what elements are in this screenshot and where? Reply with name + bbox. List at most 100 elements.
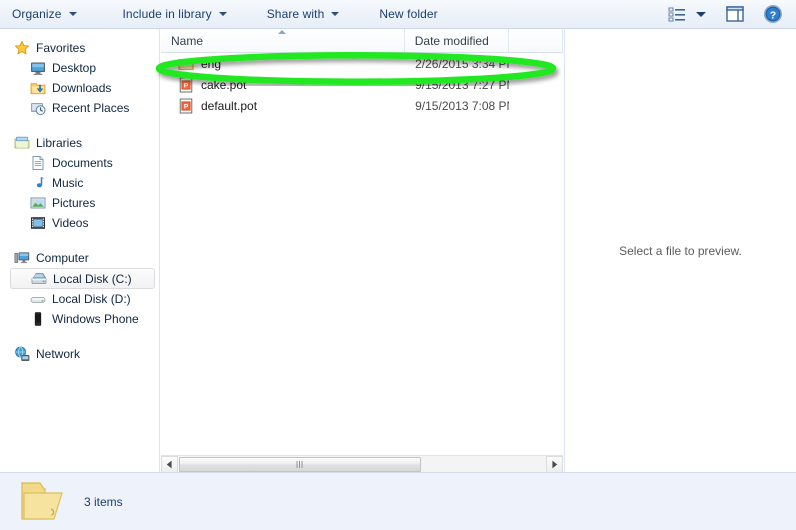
sort-ascending-icon bbox=[278, 29, 287, 34]
sidebar-label-recent-places: Recent Places bbox=[52, 101, 130, 115]
nav-separator bbox=[0, 235, 159, 248]
preview-message: Select a file to preview. bbox=[619, 243, 742, 258]
navigation-pane[interactable]: Favorites Desktop Downloads Recent Place… bbox=[0, 29, 160, 472]
recent-places-icon bbox=[31, 103, 46, 116]
documents-icon bbox=[32, 155, 44, 171]
powerpoint-template-icon: P bbox=[179, 98, 193, 113]
libraries-icon bbox=[14, 136, 30, 149]
cell-date-modified: 9/15/2013 7:08 PM bbox=[415, 98, 509, 113]
svg-text:P: P bbox=[184, 103, 189, 110]
svg-text:?: ? bbox=[770, 9, 776, 21]
chevron-right-icon bbox=[552, 460, 558, 468]
svg-text:P: P bbox=[184, 82, 189, 89]
toolbar-label-organize: Organize bbox=[12, 7, 62, 21]
sidebar-item-documents[interactable]: Documents bbox=[0, 153, 159, 173]
powerpoint-template-icon: P bbox=[179, 77, 193, 92]
cell-date-modified: 9/15/2013 7:27 PM bbox=[415, 77, 509, 92]
table-row[interactable]: P cake.pot 9/15/2013 7:27 PM bbox=[161, 74, 563, 95]
hard-drive-icon bbox=[31, 272, 47, 284]
chevron-down-icon bbox=[68, 12, 77, 16]
preview-pane-icon bbox=[726, 6, 744, 22]
scrollbar-thumb[interactable] bbox=[179, 456, 421, 472]
status-bar: 3 items bbox=[0, 472, 796, 530]
sidebar-item-computer[interactable]: Computer bbox=[0, 248, 159, 268]
toolbar-button-share-with[interactable]: Share with bbox=[257, 1, 350, 27]
cell-name: P cake.pot bbox=[161, 77, 405, 93]
preview-pane[interactable]: Select a file to preview. bbox=[564, 29, 796, 472]
sidebar-label-computer: Computer bbox=[36, 251, 89, 265]
videos-icon bbox=[30, 217, 45, 229]
file-name: eng bbox=[201, 56, 222, 71]
open-folder-icon bbox=[21, 481, 63, 520]
sidebar-label-pictures: Pictures bbox=[52, 196, 96, 210]
computer-icon bbox=[14, 252, 30, 264]
pictures-icon bbox=[30, 197, 46, 209]
sidebar-label-downloads: Downloads bbox=[52, 81, 112, 95]
sidebar-item-local-disk-d[interactable]: Local Disk (D:) bbox=[0, 289, 159, 309]
sidebar-label-favorites: Favorites bbox=[36, 41, 86, 55]
horizontal-scrollbar[interactable] bbox=[161, 455, 563, 473]
cell-name: P default.pot bbox=[161, 98, 405, 114]
preview-pane-button[interactable] bbox=[722, 2, 748, 26]
cell-name: eng bbox=[161, 56, 405, 72]
chevron-down-icon bbox=[218, 12, 227, 16]
network-icon bbox=[15, 346, 30, 361]
folder-icon bbox=[178, 58, 194, 70]
sidebar-label-local-disk-c: Local Disk (C:) bbox=[53, 271, 132, 286]
nav-separator bbox=[0, 120, 159, 133]
sidebar-item-pictures[interactable]: Pictures bbox=[0, 193, 159, 213]
sidebar-item-downloads[interactable]: Downloads bbox=[0, 78, 159, 98]
sidebar-label-desktop: Desktop bbox=[52, 61, 97, 75]
column-header-name[interactable]: Name bbox=[161, 29, 405, 53]
change-view-button[interactable] bbox=[664, 2, 690, 26]
file-list-pane[interactable]: Name Date modified eng 2/26/2015 3:34 PM… bbox=[161, 29, 563, 472]
sidebar-item-music[interactable]: Music bbox=[0, 173, 159, 193]
sidebar-label-local-disk-d: Local Disk (D:) bbox=[52, 292, 131, 306]
star-icon bbox=[14, 40, 30, 55]
sidebar-item-desktop[interactable]: Desktop bbox=[0, 58, 159, 78]
toolbar-button-include-in-library[interactable]: Include in library bbox=[113, 1, 237, 27]
sidebar-item-recent-places[interactable]: Recent Places bbox=[0, 98, 159, 118]
sidebar-label-music: Music bbox=[52, 176, 84, 190]
toolbar-label-include-in-library: Include in library bbox=[122, 7, 212, 21]
toolbar: Organize Include in library Share with N… bbox=[0, 0, 796, 29]
column-header-row: Name Date modified bbox=[161, 29, 563, 53]
toolbar-label-new-folder: New folder bbox=[379, 7, 438, 21]
nav-group-computer: Computer Local Disk (C:) Local Disk (D:)… bbox=[0, 248, 159, 329]
nav-separator bbox=[0, 331, 159, 344]
music-note-icon bbox=[36, 177, 45, 188]
table-row[interactable]: eng 2/26/2015 3:34 PM bbox=[161, 53, 563, 74]
sidebar-item-windows-phone[interactable]: Windows Phone bbox=[0, 309, 159, 329]
table-row[interactable]: P default.pot 9/15/2013 7:08 PM bbox=[161, 95, 563, 116]
chevron-left-icon bbox=[166, 460, 172, 468]
column-header-date-modified[interactable]: Date modified bbox=[405, 29, 509, 53]
view-dropdown-button[interactable] bbox=[692, 2, 710, 26]
sidebar-item-favorites[interactable]: Favorites bbox=[0, 38, 159, 58]
column-label-name: Name bbox=[171, 33, 204, 48]
sidebar-label-network: Network bbox=[36, 347, 81, 361]
sidebar-item-libraries[interactable]: Libraries bbox=[0, 133, 159, 153]
scroll-right-button[interactable] bbox=[546, 455, 563, 473]
cell-date-modified: 2/26/2015 3:34 PM bbox=[415, 56, 509, 71]
nav-group-libraries: Libraries Documents Music Pictures Video… bbox=[0, 133, 159, 233]
column-header-type[interactable] bbox=[509, 29, 563, 53]
file-name: cake.pot bbox=[201, 77, 247, 92]
sidebar-label-documents: Documents bbox=[52, 156, 113, 170]
toolbar-button-organize[interactable]: Organize bbox=[2, 1, 87, 27]
sidebar-item-local-disk-c[interactable]: Local Disk (C:) bbox=[10, 268, 155, 289]
phone-icon bbox=[34, 312, 42, 326]
chevron-down-icon bbox=[331, 12, 340, 16]
file-rows: eng 2/26/2015 3:34 PM P cake.pot 9/15/20… bbox=[161, 53, 563, 116]
chevron-down-icon bbox=[696, 11, 706, 17]
toolbar-button-new-folder[interactable]: New folder bbox=[369, 1, 447, 27]
change-view-icon bbox=[668, 7, 685, 22]
sidebar-label-windows-phone: Windows Phone bbox=[52, 312, 139, 326]
sidebar-item-videos[interactable]: Videos bbox=[0, 213, 159, 233]
scroll-left-button[interactable] bbox=[161, 455, 178, 473]
desktop-icon bbox=[31, 62, 45, 75]
sidebar-label-videos: Videos bbox=[52, 216, 89, 230]
help-icon: ? bbox=[764, 5, 782, 23]
scrollbar-track[interactable] bbox=[178, 455, 546, 473]
sidebar-item-network[interactable]: Network bbox=[0, 344, 159, 364]
help-button[interactable]: ? bbox=[760, 2, 786, 26]
